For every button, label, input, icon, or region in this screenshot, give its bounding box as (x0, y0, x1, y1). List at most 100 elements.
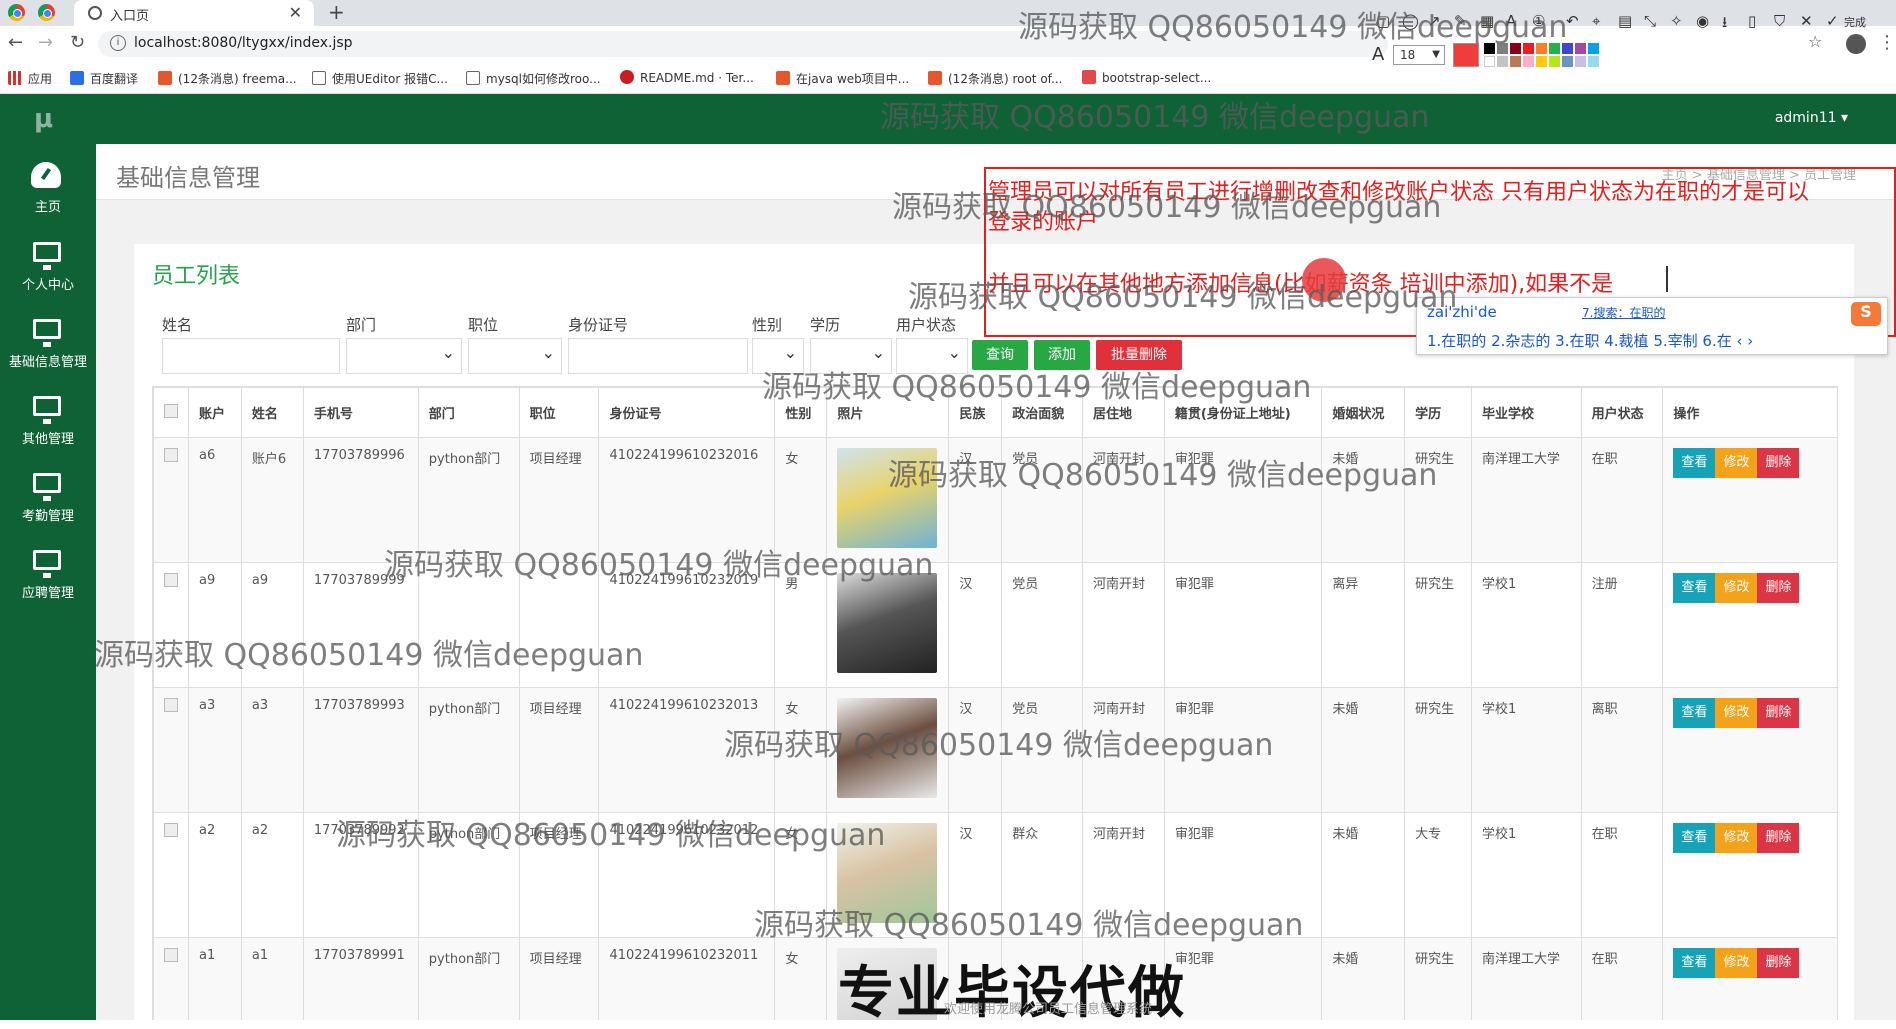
sidebar-item-basic-info[interactable]: 基础信息管理 (0, 305, 96, 381)
color-swatch[interactable] (1549, 56, 1560, 67)
confirm-label[interactable]: 完成 (1844, 14, 1866, 30)
current-color-swatch[interactable] (1453, 43, 1479, 67)
education-select[interactable] (810, 338, 892, 374)
sidebar-item-personal[interactable]: 个人中心 (0, 228, 96, 304)
phone-icon[interactable]: ▯ (1748, 12, 1756, 30)
color-swatch[interactable] (1510, 56, 1521, 67)
ocr-icon[interactable]: ▤ (1618, 12, 1632, 30)
color-swatch[interactable] (1497, 43, 1508, 54)
view-button[interactable]: 查看 (1673, 698, 1716, 728)
search-button[interactable]: 查询 (972, 340, 1028, 370)
view-button[interactable]: 查看 (1673, 948, 1716, 978)
batch-delete-button[interactable]: 批量删除 (1096, 340, 1182, 370)
bookmark-item[interactable]: bootstrap-select... (1082, 70, 1211, 85)
chrome-icon[interactable] (38, 4, 55, 21)
status-select[interactable] (896, 338, 968, 374)
row-checkbox[interactable] (164, 948, 178, 962)
sidebar-item-home[interactable]: 主页 (0, 150, 96, 226)
row-checkbox[interactable] (164, 698, 178, 712)
bookmark-item[interactable]: (12条消息) root of... (928, 70, 1062, 87)
translate-icon[interactable]: ✧ (1670, 12, 1683, 30)
row-checkbox[interactable] (164, 573, 178, 587)
color-swatch[interactable] (1575, 43, 1586, 54)
view-button[interactable]: 查看 (1673, 823, 1716, 853)
color-swatch[interactable] (1484, 43, 1495, 54)
pen-icon[interactable]: ✎ (1454, 12, 1467, 30)
close-icon[interactable]: ✕ (289, 3, 302, 22)
view-button[interactable]: 查看 (1673, 448, 1716, 478)
color-swatch[interactable] (1588, 56, 1599, 67)
edit-button[interactable]: 修改 (1715, 573, 1758, 603)
position-select[interactable] (468, 338, 562, 374)
color-swatch[interactable] (1549, 43, 1560, 54)
delete-button[interactable]: 删除 (1757, 948, 1800, 978)
sidebar-item-recruit[interactable]: 应聘管理 (0, 536, 96, 612)
bookmark-item[interactable]: (12条消息) freema... (158, 70, 297, 87)
back-icon[interactable]: ← (8, 32, 23, 53)
info-icon[interactable]: i (110, 35, 126, 51)
color-swatch[interactable] (1575, 56, 1586, 67)
close-icon[interactable]: ✕ (1800, 12, 1813, 30)
new-tab-button[interactable]: + (328, 0, 345, 24)
color-swatch[interactable] (1536, 56, 1547, 67)
user-menu[interactable]: admin11 ▾ (1775, 110, 1848, 126)
save-icon[interactable]: ⛉ (1774, 12, 1785, 30)
delete-button[interactable]: 删除 (1757, 823, 1800, 853)
view-button[interactable]: 查看 (1673, 573, 1716, 603)
color-swatch[interactable] (1562, 43, 1573, 54)
bookmark-apps[interactable]: 应用 (8, 70, 52, 87)
bookmark-item[interactable]: mysql如何修改roo... (466, 70, 601, 87)
row-checkbox[interactable] (164, 823, 178, 837)
sidebar-item-other[interactable]: 其他管理 (0, 382, 96, 458)
color-swatch[interactable] (1523, 56, 1534, 67)
delete-button[interactable]: 删除 (1757, 698, 1800, 728)
edit-button[interactable]: 修改 (1715, 948, 1758, 978)
browser-tab[interactable]: 入口页 ✕ (74, 0, 314, 26)
row-checkbox[interactable] (164, 448, 178, 462)
avatar[interactable] (1846, 34, 1866, 54)
edit-button[interactable]: 修改 (1715, 823, 1758, 853)
mosaic-icon[interactable]: ▦ (1480, 12, 1494, 30)
edit-button[interactable]: 修改 (1715, 698, 1758, 728)
select-all-checkbox[interactable] (164, 403, 178, 418)
font-icon[interactable]: A (1372, 44, 1384, 65)
ellipse-icon[interactable]: ◯ (1402, 12, 1419, 30)
download-icon[interactable]: ⭳ (1722, 12, 1727, 37)
chrome-icon[interactable] (8, 4, 25, 21)
bookmark-item[interactable]: README.md · Ter... (620, 70, 754, 85)
pin-icon[interactable]: ⌖ (1592, 12, 1600, 30)
bookmark-item[interactable]: 使用UEditor 报错C... (312, 70, 448, 87)
rectangle-icon[interactable]: ▢ (1376, 12, 1390, 30)
idcard-input[interactable] (568, 338, 748, 374)
color-swatch[interactable] (1497, 56, 1508, 67)
dept-select[interactable] (346, 338, 462, 374)
bookmark-item[interactable]: 百度翻译 (70, 70, 138, 87)
name-input[interactable] (162, 338, 340, 374)
undo-icon[interactable]: ↶ (1566, 12, 1579, 30)
long-shot-icon[interactable]: ⤡ (1644, 12, 1656, 30)
arrow-icon[interactable]: ↗ (1428, 12, 1441, 30)
record-icon[interactable]: ◉ (1696, 12, 1709, 30)
sidebar-item-attendance[interactable]: 考勤管理 (0, 459, 96, 535)
add-button[interactable]: 添加 (1034, 340, 1090, 370)
text-icon[interactable]: A (1506, 12, 1516, 30)
forward-icon[interactable]: → (38, 32, 53, 53)
confirm-icon[interactable]: ✓ (1826, 12, 1839, 30)
url-field[interactable]: i localhost:8080/ltygxx/index.jsp (98, 31, 1388, 57)
color-swatch[interactable] (1523, 43, 1534, 54)
color-swatch[interactable] (1510, 43, 1521, 54)
ime-candidates[interactable]: 1.在职的 2.杂志的 3.在职 4.裁植 5.宰制 6.在 ‹ › (1427, 330, 1753, 351)
delete-button[interactable]: 删除 (1757, 448, 1800, 478)
color-swatch[interactable] (1536, 43, 1547, 54)
number-icon[interactable]: ① (1532, 12, 1545, 30)
color-swatch[interactable] (1484, 56, 1495, 67)
font-size-select[interactable]: 18 ▼ (1393, 45, 1445, 65)
color-swatch[interactable] (1588, 43, 1599, 54)
delete-button[interactable]: 删除 (1757, 573, 1800, 603)
bookmark-item[interactable]: 在java web项目中... (776, 70, 909, 87)
color-swatch[interactable] (1562, 56, 1573, 67)
reload-icon[interactable]: ↻ (70, 32, 85, 53)
edit-button[interactable]: 修改 (1715, 448, 1758, 478)
ime-search-link[interactable]: 7.搜索：在职的 (1582, 304, 1665, 321)
gender-select[interactable] (752, 338, 804, 374)
